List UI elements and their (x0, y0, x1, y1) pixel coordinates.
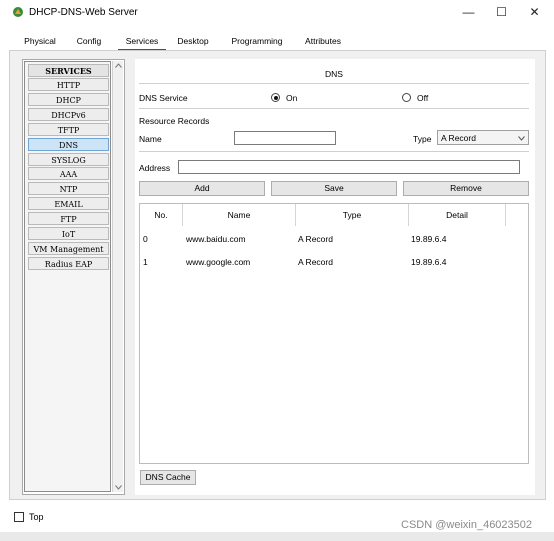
divider (139, 83, 529, 84)
taskbar-strip (0, 532, 554, 541)
divider (139, 151, 529, 152)
column-header-no: No. (140, 204, 183, 226)
service-item-radius-eap[interactable]: Radius EAP (28, 257, 109, 270)
close-button[interactable]: ✕ (518, 0, 551, 24)
watermark: CSDN @weixin_46023502 (401, 519, 533, 531)
address-input[interactable] (178, 160, 520, 174)
service-item-ntp[interactable]: NTP (28, 182, 109, 195)
resource-records-label: Resource Records (139, 116, 210, 126)
service-item-dhcpv6[interactable]: DHCPv6 (28, 108, 109, 121)
tab-services[interactable]: Services (118, 32, 166, 51)
tab-attributes[interactable]: Attributes (299, 32, 347, 51)
remove-button[interactable]: Remove (403, 181, 529, 196)
row-no: 0 (143, 234, 148, 244)
records-table: No. Name Type Detail 0 www.baidu.com A R… (139, 203, 529, 464)
maximize-button[interactable]: ☐ (485, 0, 518, 24)
window-title: DHCP-DNS-Web Server (29, 7, 138, 18)
column-header-detail: Detail (409, 204, 506, 226)
service-item-dns[interactable]: DNS (28, 138, 109, 151)
service-item-vm-management[interactable]: VM Management (28, 242, 109, 255)
row-detail: 19.89.6.4 (411, 234, 447, 244)
services-list: SERVICES HTTP DHCP DHCPv6 TFTP DNS SYSLO… (24, 61, 111, 492)
dns-section-title: DNS (325, 69, 343, 79)
type-label: Type (413, 134, 432, 144)
dns-cache-button[interactable]: DNS Cache (140, 470, 196, 485)
service-item-email[interactable]: EMAIL (28, 197, 109, 210)
name-label: Name (139, 134, 162, 144)
service-item-http[interactable]: HTTP (28, 78, 109, 91)
tab-programming[interactable]: Programming (226, 32, 288, 51)
row-name: www.google.com (186, 257, 251, 267)
service-item-dhcp[interactable]: DHCP (28, 93, 109, 106)
top-checkbox[interactable] (14, 512, 24, 522)
save-button[interactable]: Save (271, 181, 397, 196)
chevron-down-icon (518, 136, 525, 141)
row-type: A Record (298, 257, 333, 267)
dns-on-radio[interactable] (271, 93, 280, 102)
address-label: Address (139, 163, 171, 173)
service-item-ftp[interactable]: FTP (28, 212, 109, 225)
service-item-tftp[interactable]: TFTP (28, 123, 109, 136)
services-scrollbar[interactable] (112, 61, 123, 492)
minimize-button[interactable]: — (452, 0, 485, 24)
dns-service-label: DNS Service (139, 93, 188, 103)
row-type: A Record (298, 234, 333, 244)
scroll-up-icon[interactable] (115, 63, 122, 68)
row-name: www.baidu.com (186, 234, 246, 244)
dns-off-label: Off (417, 93, 429, 103)
tab-desktop[interactable]: Desktop (172, 32, 214, 51)
services-header: SERVICES (28, 64, 109, 77)
divider (139, 108, 529, 109)
title-bar: DHCP-DNS-Web Server — ☐ ✕ (0, 0, 554, 26)
dns-on-label: On (286, 93, 298, 103)
column-header-name: Name (183, 204, 296, 226)
tab-config[interactable]: Config (71, 32, 107, 51)
app-icon (13, 7, 23, 17)
row-no: 1 (143, 257, 148, 267)
tab-physical[interactable]: Physical (19, 32, 61, 51)
service-item-iot[interactable]: IoT (28, 227, 109, 240)
type-select[interactable]: A Record (437, 130, 529, 145)
tab-bar: Physical Config Services Desktop Program… (9, 32, 545, 52)
name-input[interactable] (234, 131, 336, 145)
column-header-type: Type (296, 204, 409, 226)
service-item-aaa[interactable]: AAA (28, 167, 109, 180)
add-button[interactable]: Add (139, 181, 265, 196)
scroll-down-icon[interactable] (115, 485, 122, 490)
type-select-value: A Record (441, 133, 476, 143)
service-item-syslog[interactable]: SYSLOG (28, 153, 109, 166)
top-label: Top (29, 512, 44, 522)
dns-off-radio[interactable] (402, 93, 411, 102)
row-detail: 19.89.6.4 (411, 257, 447, 267)
